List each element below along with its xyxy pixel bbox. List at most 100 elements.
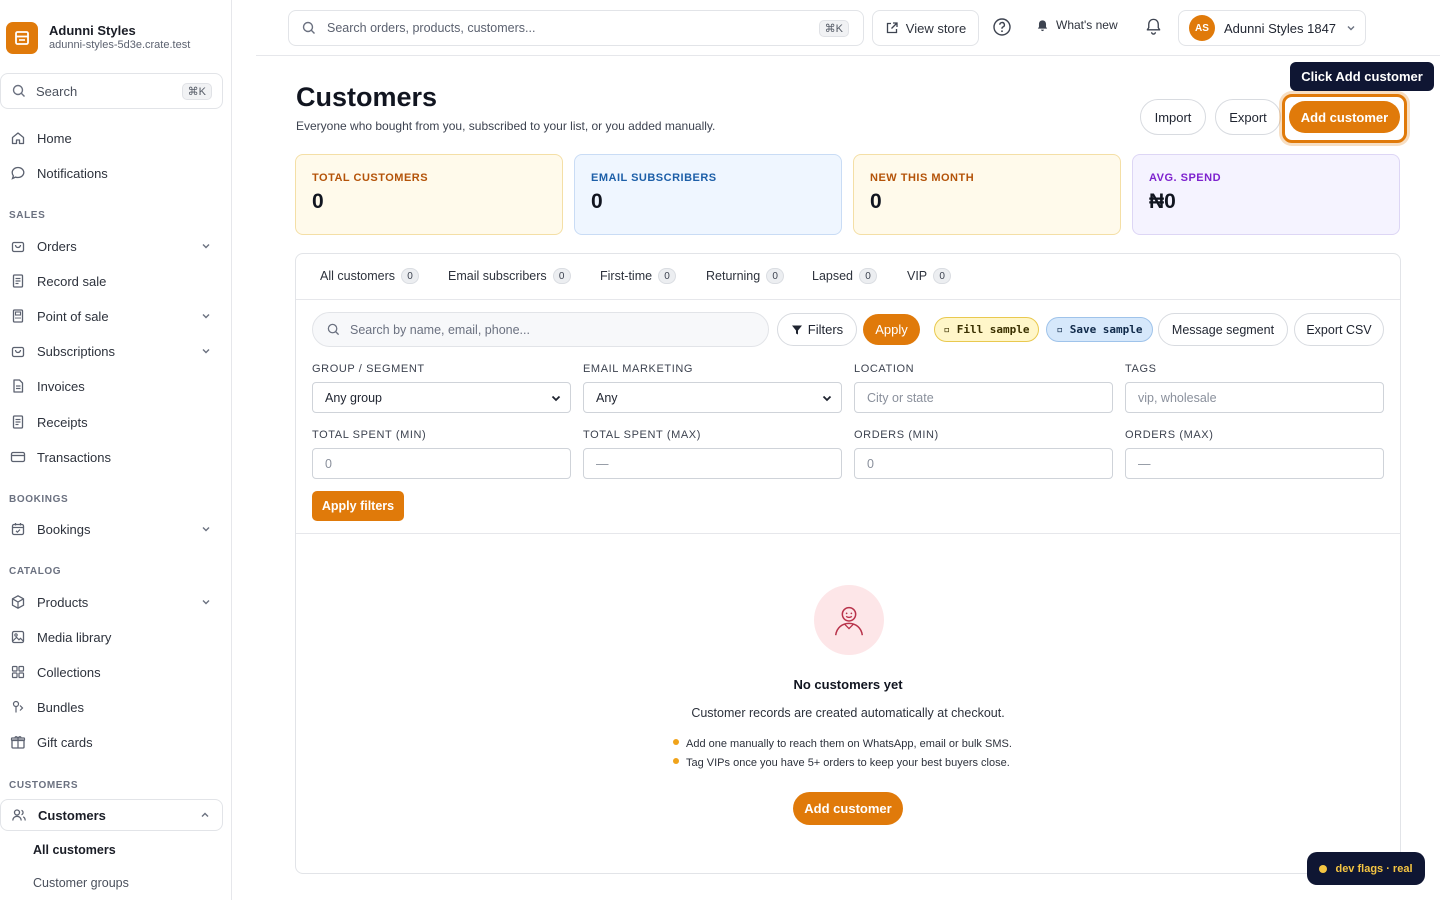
sidebar-item-record-sale[interactable]: Record sale: [0, 266, 223, 296]
chevron-down-icon: [1346, 23, 1356, 33]
chevron-down-icon: [201, 597, 211, 607]
orders-min-label: ORDERS (MIN): [854, 429, 939, 441]
empty-customer-icon: [814, 585, 884, 655]
orders-min-input[interactable]: 0: [854, 448, 1113, 479]
export-button[interactable]: Export: [1215, 99, 1281, 135]
email-marketing-select[interactable]: Any: [583, 382, 842, 413]
external-link-icon: [886, 22, 898, 34]
sidebar-item-bookings[interactable]: Bookings: [0, 514, 223, 544]
gift-icon: [9, 733, 27, 751]
chevron-up-icon: [200, 810, 210, 820]
bell-icon: [1146, 18, 1161, 35]
pos-icon: [9, 307, 27, 325]
tab-lapsed[interactable]: Lapsed 0: [812, 268, 878, 284]
users-icon: [10, 806, 28, 824]
sidebar-item-transactions[interactable]: Transactions: [0, 442, 223, 472]
sidebar-item-point-of-sale[interactable]: Point of sale: [0, 301, 223, 331]
location-label: LOCATION: [854, 363, 915, 375]
sidebar-item-products[interactable]: Products: [0, 587, 223, 617]
tab-count: 0: [933, 268, 952, 284]
global-search-input[interactable]: Search orders, products, customers... ⌘K: [288, 10, 864, 46]
sidebar-item-bundles[interactable]: Bundles: [0, 692, 223, 722]
stat-value: 0: [870, 190, 882, 213]
total-spent-min-label: TOTAL SPENT (MIN): [312, 429, 427, 441]
tab-first-time[interactable]: First-time 0: [600, 268, 677, 284]
sidebar-search-shortcut: ⌘K: [181, 82, 212, 100]
stat-value: 0: [591, 190, 603, 213]
chevron-down-icon: [550, 392, 562, 404]
filters-button[interactable]: Filters: [777, 313, 857, 346]
chevron-down-icon: [201, 346, 211, 356]
brand[interactable]: Adunni Styles adunni-styles-5d3e.crate.t…: [6, 22, 190, 54]
segment-tabs: All customers 0 Email subscribers 0 First-…: [296, 254, 1400, 300]
sidebar-item-orders[interactable]: Orders: [0, 231, 223, 261]
section-label-bookings: BOOKINGS: [9, 494, 69, 505]
group-segment-select[interactable]: Any group: [312, 382, 571, 413]
sidebar: Adunni Styles adunni-styles-5d3e.crate.t…: [0, 0, 232, 900]
orders-max-input[interactable]: —: [1125, 448, 1384, 479]
sidebar-item-media-library[interactable]: Media library: [0, 622, 223, 652]
view-store-button[interactable]: View store: [872, 10, 979, 46]
total-spent-max-input[interactable]: —: [583, 448, 842, 479]
bullet-dot-icon: [673, 758, 679, 764]
add-customer-button[interactable]: Add customer: [1289, 101, 1400, 133]
total-spent-min-input[interactable]: 0: [312, 448, 571, 479]
bag-icon: [9, 342, 27, 360]
email-marketing-label: EMAIL MARKETING: [583, 363, 694, 375]
sidebar-item-gift-cards[interactable]: Gift cards: [0, 727, 223, 757]
customers-panel: All customers 0 Email subscribers 0 First-…: [295, 253, 1401, 874]
sidebar-search[interactable]: Search ⌘K: [0, 73, 223, 109]
top-bar: Search orders, products, customers... ⌘K…: [256, 0, 1440, 56]
help-button[interactable]: [992, 17, 1012, 37]
whats-new-button[interactable]: What's new: [1036, 18, 1118, 32]
save-sample-button[interactable]: ▫ Save sample: [1046, 317, 1153, 342]
global-search-shortcut: ⌘K: [818, 19, 849, 37]
apply-filters-button[interactable]: Apply filters: [312, 491, 404, 521]
sidebar-item-customers[interactable]: Customers: [0, 799, 223, 831]
empty-add-customer-button[interactable]: Add customer: [793, 792, 903, 825]
tab-returning[interactable]: Returning 0: [706, 268, 785, 284]
sidebar-item-notifications[interactable]: Notifications: [0, 158, 223, 188]
sidebar-item-invoices[interactable]: Invoices: [0, 371, 223, 401]
brand-domain: adunni-styles-5d3e.crate.test: [49, 39, 191, 51]
stat-label: EMAIL SUBSCRIBERS: [591, 172, 717, 184]
stat-label: TOTAL CUSTOMERS: [312, 172, 429, 184]
total-spent-max-label: TOTAL SPENT (MAX): [583, 429, 701, 441]
notifications-button[interactable]: [1144, 17, 1163, 41]
global-search-placeholder: Search orders, products, customers...: [327, 21, 536, 35]
tab-all-customers[interactable]: All customers 0: [320, 268, 420, 284]
location-input[interactable]: City or state: [854, 382, 1113, 413]
tab-count: 0: [552, 268, 571, 284]
empty-state-description: Customer records are created automatical…: [691, 706, 1005, 720]
tab-email-subscribers[interactable]: Email subscribers 0: [448, 268, 571, 284]
sidebar-item-home[interactable]: Home: [0, 123, 223, 153]
import-button[interactable]: Import: [1140, 99, 1206, 135]
page-subtitle: Everyone who bought from you, subscribed…: [296, 119, 716, 133]
search-icon: [12, 84, 25, 97]
account-menu[interactable]: AS Adunni Styles 1847: [1178, 10, 1366, 46]
sidebar-item-collections[interactable]: Collections: [0, 657, 223, 687]
tab-vip[interactable]: VIP 0: [907, 268, 952, 284]
search-icon: [327, 323, 340, 336]
sidebar-search-label: Search: [36, 83, 78, 99]
tab-count: 0: [859, 268, 878, 284]
divider: [296, 533, 1400, 534]
dev-flags-badge[interactable]: dev flags · real: [1307, 852, 1425, 885]
fill-sample-button[interactable]: ▫ Fill sample: [934, 317, 1039, 342]
grid-icon: [9, 663, 27, 681]
card-icon: [9, 448, 27, 466]
tags-input[interactable]: vip, wholesale: [1125, 382, 1384, 413]
sidebar-item-receipts[interactable]: Receipts: [0, 407, 223, 437]
stat-card-avg-spend: AVG. SPEND ₦0: [1132, 154, 1400, 235]
apply-button[interactable]: Apply: [863, 314, 920, 345]
export-csv-button[interactable]: Export CSV: [1294, 313, 1384, 346]
customer-search-input[interactable]: Search by name, email, phone...: [312, 312, 769, 347]
avatar: AS: [1189, 15, 1215, 41]
sidebar-subitem-customer-groups[interactable]: Customer groups: [33, 876, 129, 890]
stat-card-new-this-month: NEW THIS MONTH 0: [853, 154, 1121, 235]
sidebar-item-subscriptions[interactable]: Subscriptions: [0, 336, 223, 366]
tooltip: Click Add customer: [1290, 62, 1434, 91]
sidebar-subitem-all-customers[interactable]: All customers: [33, 843, 116, 857]
message-segment-button[interactable]: Message segment: [1158, 313, 1288, 346]
stat-card-email-subscribers: EMAIL SUBSCRIBERS 0: [574, 154, 842, 235]
